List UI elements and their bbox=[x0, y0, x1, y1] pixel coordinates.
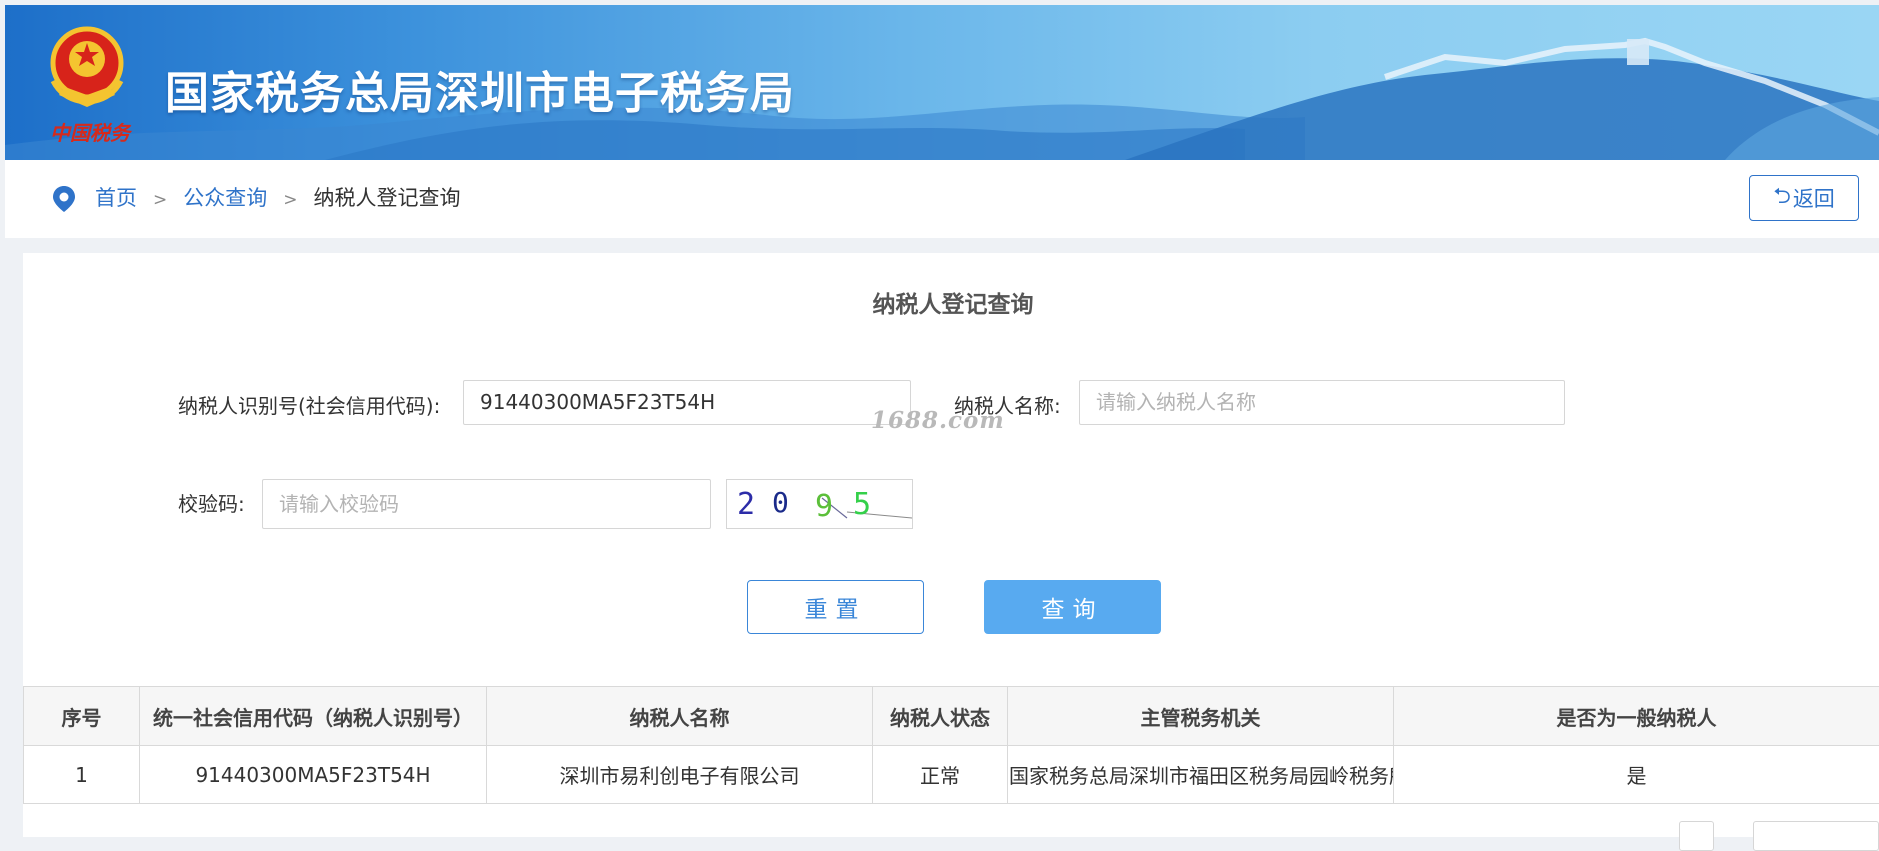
column-header: 是否为一般纳税人 bbox=[1394, 687, 1879, 746]
column-header: 纳税人状态 bbox=[873, 687, 1008, 746]
table-cell: 国家税务总局深圳市福田区税务局园岭税务所 bbox=[1008, 746, 1394, 804]
query-panel: 纳税人登记查询 纳税人识别号(社会信用代码): 91440300MA5F23T5… bbox=[23, 253, 1879, 837]
breadcrumb: 首页 > 公众查询 > 纳税人登记查询 bbox=[95, 184, 461, 214]
query-button[interactable]: 查询 bbox=[984, 580, 1161, 634]
reset-button[interactable]: 重置 bbox=[747, 580, 924, 634]
site-title: 国家税务总局深圳市电子税务局 bbox=[165, 57, 795, 121]
captcha-char: 2 bbox=[737, 487, 755, 522]
page-title: 纳税人登记查询 bbox=[23, 285, 1879, 319]
page-number-box[interactable] bbox=[1679, 821, 1714, 851]
column-header: 序号 bbox=[24, 687, 140, 746]
return-arrow-icon: ⮌ bbox=[1773, 179, 1791, 217]
taxpayer-id-input[interactable]: 91440300MA5F23T54H bbox=[463, 380, 911, 425]
breadcrumb-home-link[interactable]: 首页 bbox=[95, 186, 137, 210]
captcha-graphic: 2 0 9 5 bbox=[727, 480, 912, 528]
taxpayer-id-label: 纳税人识别号(社会信用代码): bbox=[178, 390, 440, 419]
location-pin-icon bbox=[51, 185, 77, 213]
captcha-input[interactable]: 请输入校验码 bbox=[262, 479, 711, 529]
breadcrumb-bar: 首页 > 公众查询 > 纳税人登记查询 ⮌ 返回 bbox=[5, 160, 1879, 238]
results-table: 序号 统一社会信用代码（纳税人识别号） 纳税人名称 纳税人状态 主管税务机关 是… bbox=[23, 686, 1879, 804]
captcha-image[interactable]: 2 0 9 5 bbox=[726, 479, 913, 529]
emblem-script-text: 中国税务 bbox=[45, 117, 135, 146]
page-size-select[interactable] bbox=[1753, 821, 1879, 851]
table-cell: 深圳市易利创电子有限公司 bbox=[487, 746, 873, 804]
table-cell: 1 bbox=[24, 746, 140, 804]
table-row: 1 91440300MA5F23T54H 深圳市易利创电子有限公司 正常 国家税… bbox=[24, 746, 1879, 804]
breadcrumb-current: 纳税人登记查询 bbox=[314, 186, 461, 210]
national-tax-emblem-icon bbox=[39, 21, 135, 117]
back-button[interactable]: ⮌ 返回 bbox=[1749, 175, 1859, 221]
column-header: 统一社会信用代码（纳税人识别号） bbox=[140, 687, 487, 746]
captcha-char: 0 bbox=[772, 486, 789, 519]
captcha-char: 9 bbox=[815, 489, 833, 524]
breadcrumb-separator: > bbox=[283, 190, 297, 210]
table-cell: 是 bbox=[1394, 746, 1879, 804]
table-cell: 91440300MA5F23T54H bbox=[140, 746, 487, 804]
breadcrumb-separator: > bbox=[153, 190, 167, 210]
breadcrumb-public-query-link[interactable]: 公众查询 bbox=[183, 186, 267, 210]
taxpayer-name-input[interactable]: 请输入纳税人名称 bbox=[1079, 380, 1565, 425]
table-header-row: 序号 统一社会信用代码（纳税人识别号） 纳税人名称 纳税人状态 主管税务机关 是… bbox=[24, 687, 1879, 746]
back-button-label: 返回 bbox=[1793, 183, 1835, 213]
captcha-char: 5 bbox=[853, 487, 871, 522]
column-header: 纳税人名称 bbox=[487, 687, 873, 746]
table-cell: 正常 bbox=[873, 746, 1008, 804]
site-banner: 中国税务 国家税务总局深圳市电子税务局 bbox=[5, 5, 1879, 160]
captcha-label: 校验码: bbox=[178, 488, 245, 517]
watermark: 1688.com bbox=[871, 407, 1005, 434]
column-header: 主管税务机关 bbox=[1008, 687, 1394, 746]
